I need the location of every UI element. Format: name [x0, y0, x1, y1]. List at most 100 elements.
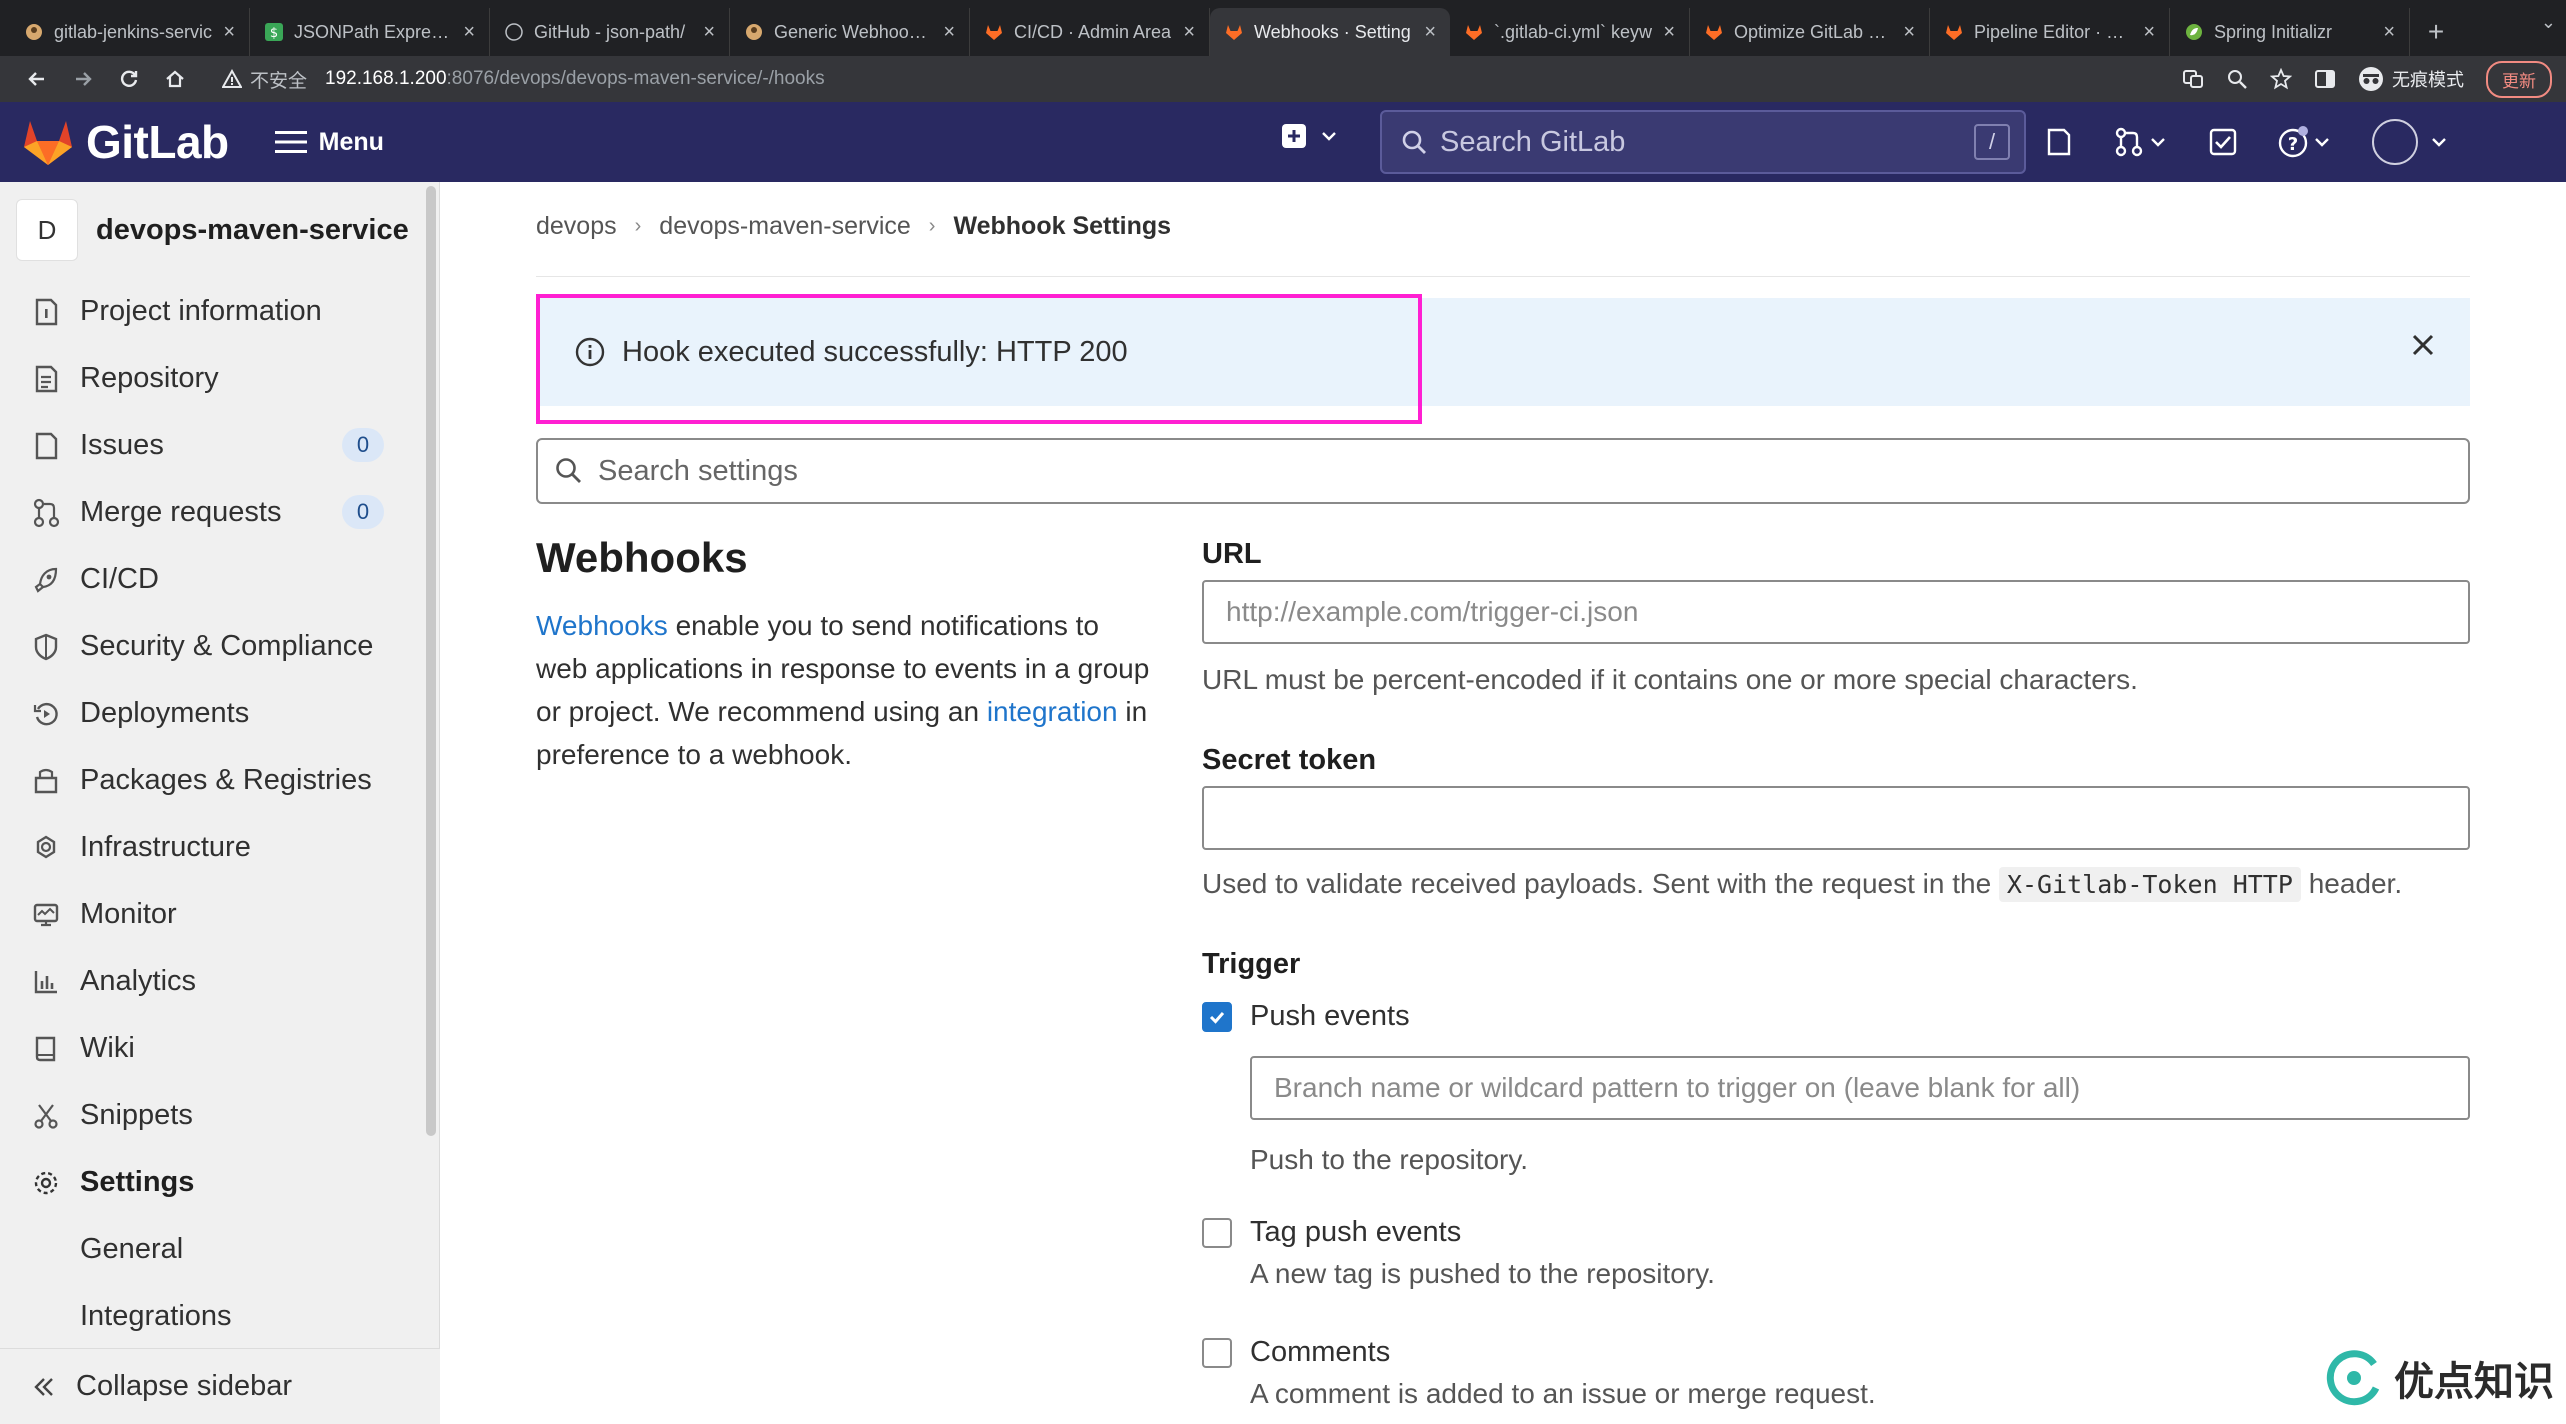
secret-token-input[interactable]	[1202, 786, 2470, 850]
sidebar-item-issues[interactable]: Issues 0	[0, 412, 439, 479]
sidebar-item-security-compliance[interactable]: Security & Compliance	[0, 613, 439, 680]
deployments-icon	[30, 699, 62, 729]
gitlab-home-link[interactable]: GitLab	[22, 115, 229, 169]
sidebar-item-label: Issues	[80, 429, 164, 461]
close-icon[interactable]	[2410, 332, 2436, 358]
sidebar-item-repository[interactable]: Repository	[0, 345, 439, 412]
browser-tab[interactable]: Optimize GitLab CI/C ×	[1690, 8, 1930, 56]
search-settings-input[interactable]: Search settings	[536, 438, 2470, 504]
forward-button[interactable]	[60, 59, 106, 99]
book-icon	[30, 1034, 62, 1064]
sidebar-item-label: Analytics	[80, 965, 197, 997]
package-icon	[30, 766, 62, 796]
update-button[interactable]: 更新	[2486, 60, 2552, 98]
sidebar-item-settings[interactable]: Settings	[0, 1149, 439, 1216]
integration-link[interactable]: integration	[987, 696, 1118, 727]
tab-close-icon[interactable]: ×	[1663, 21, 1675, 44]
search-shortcut-badge: /	[1974, 124, 2010, 160]
gitlab-search-input[interactable]: Search GitLab /	[1380, 110, 2026, 174]
sidebar-item-monitor[interactable]: Monitor	[0, 881, 439, 948]
home-button[interactable]	[152, 59, 198, 99]
user-menu[interactable]	[2372, 119, 2448, 165]
push-events-option[interactable]: Push events	[1202, 1000, 1410, 1033]
sidebar-item-analytics[interactable]: Analytics	[0, 948, 439, 1015]
browser-tab-active[interactable]: Webhooks · Setting ×	[1210, 8, 1450, 56]
tab-close-icon[interactable]: ×	[2383, 21, 2395, 44]
breadcrumb-link-group[interactable]: devops	[536, 212, 617, 241]
tab-search-chevron-icon[interactable]: ⌄	[2541, 12, 2556, 33]
url-input[interactable]: http://example.com/trigger-ci.json	[1202, 580, 2470, 644]
bookmark-star-icon[interactable]	[2270, 68, 2292, 90]
sidebar-item-label: Repository	[80, 362, 219, 394]
browser-tab[interactable]: Spring Initializr ×	[2170, 8, 2410, 56]
tab-close-icon[interactable]: ×	[223, 21, 235, 44]
push-events-checkbox[interactable]	[1202, 1001, 1232, 1032]
sidebar-item-merge-requests[interactable]: Merge requests 0	[0, 479, 439, 546]
address-field[interactable]: 不安全 192.168.1.200:8076/devops/devops-mav…	[208, 61, 2172, 97]
browser-tab[interactable]: Generic Webhook Tr ×	[730, 8, 970, 56]
incognito-indicator[interactable]: 无痕模式	[2358, 66, 2464, 92]
tab-title: Pipeline Editor · dev	[1974, 21, 2134, 42]
collapse-sidebar-button[interactable]: Collapse sidebar	[0, 1348, 440, 1424]
tab-title: Generic Webhook Tr	[774, 21, 934, 42]
doc-icon	[30, 364, 62, 394]
browser-tab[interactable]: `.gitlab-ci.yml` keyw ×	[1450, 8, 1690, 56]
translate-icon[interactable]	[2182, 68, 2204, 90]
sidebar-item-wiki[interactable]: Wiki	[0, 1015, 439, 1082]
browser-tab[interactable]: gitlab-jenkins-servic ×	[10, 8, 250, 56]
zoom-icon[interactable]	[2226, 68, 2248, 90]
comments-checkbox[interactable]	[1202, 1337, 1232, 1368]
sidebar-item-label: Infrastructure	[80, 831, 251, 863]
breadcrumb-divider	[536, 276, 2470, 277]
push-events-help: Push to the repository.	[1250, 1144, 1529, 1175]
issues-icon	[30, 431, 62, 461]
gitlab-icon	[1464, 22, 1484, 42]
branch-filter-placeholder: Branch name or wildcard pattern to trigg…	[1274, 1072, 2081, 1103]
new-tab-button[interactable]: +	[2410, 8, 2462, 56]
secret-token-label: Secret token	[1202, 744, 1377, 776]
sidebar-subitem-integrations[interactable]: Integrations	[0, 1283, 439, 1350]
tab-close-icon[interactable]: ×	[703, 21, 715, 44]
chevron-down-icon	[1320, 127, 1338, 145]
browser-tab[interactable]: Pipeline Editor · dev ×	[1930, 8, 2170, 56]
tab-close-icon[interactable]: ×	[1903, 21, 1915, 44]
todo-checkbox-icon[interactable]	[2208, 127, 2238, 157]
help-icon[interactable]: ?	[2278, 125, 2332, 159]
sidebar-project-header[interactable]: D devops-maven-service	[0, 182, 439, 278]
comments-option[interactable]: Comments	[1202, 1336, 1390, 1369]
tab-close-icon[interactable]: ×	[943, 21, 955, 44]
tag-push-events-option[interactable]: Tag push events	[1202, 1216, 1461, 1249]
issues-icon[interactable]	[2044, 127, 2074, 157]
browser-tab[interactable]: CI/CD · Admin Area ×	[970, 8, 1210, 56]
tab-close-icon[interactable]: ×	[1183, 21, 1195, 44]
sidebar-item-packages-registries[interactable]: Packages & Registries	[0, 747, 439, 814]
menu-label: Menu	[318, 127, 384, 156]
tab-title: JSONPath Expressio	[294, 21, 454, 42]
back-button[interactable]	[14, 59, 60, 99]
push-branch-filter-input[interactable]: Branch name or wildcard pattern to trigg…	[1250, 1056, 2470, 1120]
side-panel-icon[interactable]	[2314, 68, 2336, 90]
tab-title: CI/CD · Admin Area	[1014, 21, 1172, 42]
menu-button[interactable]: Menu	[274, 127, 384, 157]
sidebar-item-infrastructure[interactable]: Infrastructure	[0, 814, 439, 881]
breadcrumb-current[interactable]: Webhook Settings	[953, 212, 1171, 241]
sidebar-subitem-general[interactable]: General	[0, 1216, 439, 1283]
sidebar-item-project-information[interactable]: Project information	[0, 278, 439, 345]
cloud-gear-icon	[30, 833, 62, 863]
tab-close-icon[interactable]: ×	[463, 21, 475, 44]
sidebar-item-deployments[interactable]: Deployments	[0, 680, 439, 747]
sidebar-item-snippets[interactable]: Snippets	[0, 1082, 439, 1149]
breadcrumb-link-project[interactable]: devops-maven-service	[659, 212, 911, 241]
tab-title: `.gitlab-ci.yml` keyw	[1494, 21, 1653, 42]
create-new-dropdown[interactable]	[1280, 122, 1338, 150]
browser-tab[interactable]: GitHub - json-path/ ×	[490, 8, 730, 56]
tab-close-icon[interactable]: ×	[1424, 21, 1436, 44]
tab-title: gitlab-jenkins-servic	[54, 21, 213, 42]
reload-button[interactable]	[106, 59, 152, 99]
browser-tab[interactable]: $ JSONPath Expressio ×	[250, 8, 490, 56]
tab-close-icon[interactable]: ×	[2143, 21, 2155, 44]
sidebar-item-cicd[interactable]: CI/CD	[0, 546, 439, 613]
tag-push-events-checkbox[interactable]	[1202, 1217, 1232, 1248]
webhooks-docs-link[interactable]: Webhooks	[536, 610, 668, 641]
merge-request-icon[interactable]	[2114, 127, 2168, 157]
